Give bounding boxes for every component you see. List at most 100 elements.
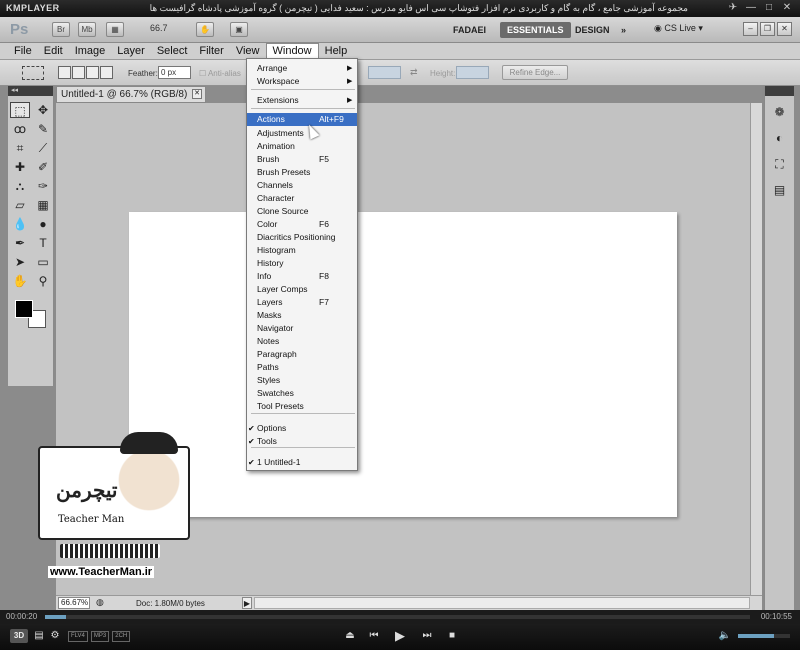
- height-field[interactable]: [456, 66, 489, 79]
- ps-minimize-icon[interactable]: –: [743, 22, 758, 36]
- more-workspaces-icon[interactable]: »: [614, 22, 633, 38]
- hand-tool-button[interactable]: ✋: [196, 22, 214, 37]
- window-menu-item[interactable]: Brush F5: [247, 153, 357, 166]
- arrange-documents-button[interactable]: ▣: [230, 22, 248, 37]
- quick-selection-tool-icon[interactable]: ✎: [33, 121, 53, 137]
- menu-view[interactable]: View: [230, 43, 266, 59]
- type-tool-icon[interactable]: T: [33, 235, 53, 251]
- eraser-tool-icon[interactable]: ▱: [10, 197, 30, 213]
- horizontal-scrollbar[interactable]: [254, 597, 750, 609]
- menu-image[interactable]: Image: [69, 43, 112, 59]
- window-menu-item[interactable]: History: [247, 257, 357, 270]
- status-zoom-field[interactable]: 66.67%: [58, 597, 90, 609]
- toolbox-collapse-icon[interactable]: ◂◂: [8, 86, 53, 96]
- status-menu-arrow-icon[interactable]: ▶: [242, 597, 252, 609]
- window-menu-item[interactable]: Layers F7: [247, 296, 357, 309]
- window-menu-item[interactable]: Info F8: [247, 270, 357, 283]
- subtract-selection-button[interactable]: [86, 66, 99, 79]
- window-menu-item[interactable]: Actions Alt+F9: [247, 113, 357, 126]
- panel-dock-collapse-icon[interactable]: [765, 86, 794, 96]
- view-extras-button[interactable]: ▦: [106, 22, 124, 37]
- window-menu-item[interactable]: Brush Presets: [247, 166, 357, 179]
- kmplayer-logo[interactable]: KMPLAYER: [6, 3, 60, 13]
- brush-tool-icon[interactable]: ✐: [33, 159, 53, 175]
- menu-select[interactable]: Select: [151, 43, 194, 59]
- status-preview-icon[interactable]: ◍: [96, 597, 104, 608]
- settings-icon[interactable]: ⚙: [48, 629, 62, 643]
- antialias-checkbox[interactable]: ☐ Anti-alias: [199, 69, 241, 78]
- marquee-preset-icon[interactable]: [22, 66, 44, 80]
- mini-bridge-button[interactable]: Mb: [78, 22, 96, 37]
- pin-icon[interactable]: ✈: [728, 2, 738, 13]
- document-canvas[interactable]: [129, 212, 677, 517]
- foreground-color-swatch[interactable]: [15, 300, 33, 318]
- play-icon[interactable]: ▶: [393, 629, 407, 643]
- refine-edge-button[interactable]: Refine Edge...: [502, 65, 568, 80]
- menu-file[interactable]: File: [8, 43, 38, 59]
- menu-window[interactable]: Window: [265, 43, 319, 59]
- transform-panel-icon[interactable]: ⛶: [769, 154, 791, 174]
- window-menu-item[interactable]: Navigator: [247, 322, 357, 335]
- previous-icon[interactable]: ⏮: [367, 629, 381, 643]
- window-menu-item[interactable]: Tool Presets: [247, 400, 357, 413]
- color-panel-icon[interactable]: ❁: [769, 102, 791, 122]
- kmplayer-title-bar[interactable]: KMPLAYER مجموعه آموزشی جامع ، گام به گام…: [0, 0, 800, 17]
- maximize-icon[interactable]: □: [764, 2, 774, 13]
- window-menu-item[interactable]: Channels: [247, 179, 357, 192]
- new-selection-button[interactable]: [58, 66, 71, 79]
- window-menu-item[interactable]: Animation: [247, 140, 357, 153]
- zoom-tool-icon[interactable]: ⚲: [33, 273, 53, 289]
- window-menu-item[interactable]: Paragraph: [247, 348, 357, 361]
- ps-restore-icon[interactable]: ❐: [760, 22, 775, 36]
- menu-help[interactable]: Help: [319, 43, 354, 59]
- window-menu-item[interactable]: Notes: [247, 335, 357, 348]
- window-menu-item[interactable]: Layer Comps: [247, 283, 357, 296]
- window-menu-item[interactable]: Arrange ▶: [247, 62, 357, 75]
- volume-icon[interactable]: 🔈: [718, 629, 732, 643]
- close-icon[interactable]: ✕: [782, 2, 792, 13]
- window-menu-item[interactable]: Paths: [247, 361, 357, 374]
- window-menu-item[interactable]: Diacritics Positioning: [247, 231, 357, 244]
- window-menu-item[interactable]: Masks: [247, 309, 357, 322]
- gradient-tool-icon[interactable]: ▦: [33, 197, 53, 213]
- hand-tool-icon[interactable]: ✋: [10, 273, 30, 289]
- adjustments-panel-icon[interactable]: ◐: [769, 128, 791, 148]
- vertical-scrollbar[interactable]: [750, 103, 762, 595]
- window-menu-item[interactable]: Styles: [247, 374, 357, 387]
- eject-icon[interactable]: ⏏: [343, 629, 357, 643]
- window-menu-item[interactable]: Workspace ▶: [247, 75, 357, 88]
- shape-tool-icon[interactable]: ▭: [33, 254, 53, 270]
- seek-track[interactable]: [45, 615, 750, 619]
- workspace-tab-essentials[interactable]: ESSENTIALS: [500, 22, 571, 38]
- window-menu-item[interactable]: ✔ Options: [247, 422, 357, 435]
- workspace-tab-design[interactable]: DESIGN: [568, 22, 617, 38]
- intersect-selection-button[interactable]: [100, 66, 113, 79]
- minimize-icon[interactable]: —: [746, 2, 756, 13]
- move-tool-icon[interactable]: ✥: [33, 102, 53, 118]
- next-icon[interactable]: ⏭: [420, 629, 434, 643]
- history-brush-tool-icon[interactable]: ✑: [33, 178, 53, 194]
- clone-stamp-tool-icon[interactable]: ⛬: [10, 178, 30, 194]
- mini-bridge-panel-icon[interactable]: ▤: [769, 180, 791, 200]
- window-menu-item[interactable]: ✔ Tools: [247, 435, 357, 448]
- bridge-button[interactable]: Br: [52, 22, 70, 37]
- playlist-icon[interactable]: ▤: [32, 629, 46, 643]
- healing-brush-tool-icon[interactable]: ✚: [10, 159, 30, 175]
- ps-close-icon[interactable]: ✕: [777, 22, 792, 36]
- workspace-tab-fadaei[interactable]: FADAEI: [446, 22, 493, 38]
- window-menu-item[interactable]: Extensions ▶: [247, 94, 357, 107]
- window-menu-item[interactable]: Color F6: [247, 218, 357, 231]
- stop-icon[interactable]: ■: [445, 629, 459, 643]
- document-tab[interactable]: Untitled-1 @ 66.7% (RGB/8) ✕: [56, 86, 206, 103]
- cs-live-button[interactable]: ◉ CS Live ▾: [654, 23, 703, 34]
- close-document-icon[interactable]: ✕: [192, 89, 202, 99]
- feather-input[interactable]: 0 px: [158, 66, 191, 79]
- add-selection-button[interactable]: [72, 66, 85, 79]
- window-menu-item[interactable]: Character: [247, 192, 357, 205]
- menu-filter[interactable]: Filter: [193, 43, 229, 59]
- window-menu-item[interactable]: Histogram: [247, 244, 357, 257]
- width-field[interactable]: [368, 66, 401, 79]
- window-menu-item[interactable]: Swatches: [247, 387, 357, 400]
- menu-edit[interactable]: Edit: [38, 43, 69, 59]
- window-menu-item[interactable]: Clone Source: [247, 205, 357, 218]
